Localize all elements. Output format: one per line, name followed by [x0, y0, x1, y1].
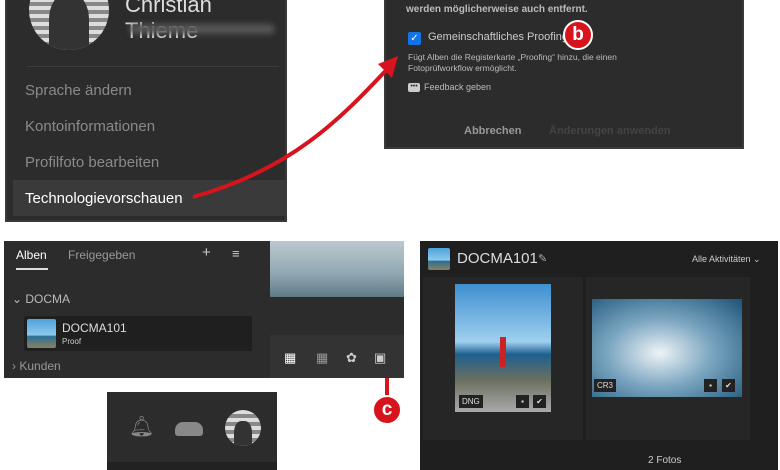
proofing-icon[interactable]: ▣: [374, 350, 386, 366]
approved-icon[interactable]: ✔: [533, 395, 546, 408]
palette-icon[interactable]: ✿: [346, 350, 357, 366]
albums-panel: Alben Freigegeben + ≡ ⌄ DOCMA DOCMA101 P…: [4, 241, 404, 378]
album-thumbnail: [428, 248, 450, 270]
approved-icon[interactable]: ✔: [722, 379, 735, 392]
album-name: DOCMA101: [62, 321, 127, 335]
sort-button[interactable]: ≡: [232, 246, 240, 261]
tab-shared[interactable]: Freigegeben: [68, 248, 135, 262]
album-thumbnail: [27, 319, 56, 348]
active-tab-indicator: [16, 268, 48, 270]
user-avatar[interactable]: [225, 410, 261, 446]
add-album-button[interactable]: +: [202, 244, 211, 261]
photo-preview: [270, 241, 404, 297]
bell-icon[interactable]: 🔔︎: [129, 414, 154, 439]
grid-small-icon[interactable]: ▦: [316, 350, 328, 366]
activity-filter[interactable]: Alle Aktivitäten ⌄: [692, 254, 761, 265]
cloud-icon[interactable]: [175, 422, 203, 436]
comment-icon[interactable]: ▪: [704, 379, 717, 392]
divider: [107, 462, 277, 470]
group-label: DOCMA: [25, 292, 71, 306]
top-bar: 🔔︎: [107, 392, 277, 470]
lighthouse: [500, 337, 506, 367]
group-label: Kunden: [19, 359, 61, 373]
group-docma[interactable]: ⌄ DOCMA: [12, 292, 70, 306]
chevron-down-icon: ⌄: [753, 254, 761, 264]
filter-label: Alle Aktivitäten: [692, 254, 751, 264]
badge-c: c: [372, 395, 402, 425]
album-item-docma101[interactable]: DOCMA101 Proof: [24, 316, 252, 351]
photo-count: 2 Fotos: [648, 455, 682, 466]
file-type-tag: DNG: [459, 395, 483, 408]
photo-card[interactable]: DNG ▪ ✔: [423, 277, 583, 440]
album-view: DOCMA101 ✎ Alle Aktivitäten ⌄ DNG ▪ ✔ CR…: [420, 241, 778, 470]
chevron-down-icon: ⌄: [12, 292, 26, 306]
album-title: DOCMA101: [457, 250, 538, 267]
view-toolbar: ▦ ▦ ✿ ▣: [270, 335, 404, 378]
file-type-tag: CR3: [594, 379, 617, 392]
badge-b: b: [563, 20, 593, 50]
edit-title-icon[interactable]: ✎: [538, 252, 547, 265]
group-kunden[interactable]: › Kunden: [12, 359, 61, 373]
tab-albums[interactable]: Alben: [16, 248, 47, 262]
photo-card[interactable]: CR3 ▪ ✔: [586, 277, 750, 440]
comment-icon[interactable]: ▪: [516, 395, 529, 408]
grid-large-icon[interactable]: ▦: [284, 350, 296, 366]
album-subtitle: Proof: [62, 337, 82, 346]
